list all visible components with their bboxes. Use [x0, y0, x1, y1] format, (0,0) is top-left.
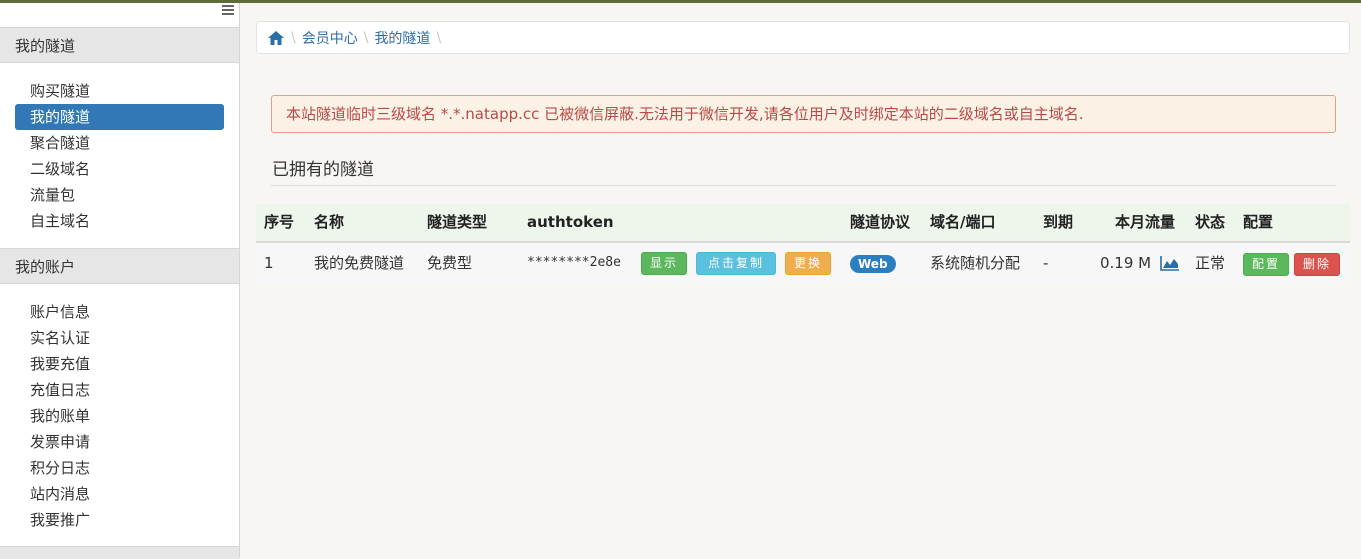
breadcrumb-separator: \: [436, 29, 442, 46]
col-header-authtoken: authtoken: [527, 213, 614, 231]
home-icon[interactable]: [267, 29, 285, 47]
sidebar-menu-account: 账户信息 实名认证 我要充值 充值日志 我的账单 发票申请 积分日志 站内消息 …: [15, 299, 224, 533]
cell-authtoken: ********2e8e: [527, 255, 621, 270]
col-header-protocol: 隧道协议: [850, 213, 911, 231]
col-header-domain: 域名/端口: [930, 213, 996, 231]
sidebar-menu-tunnels: 购买隧道 我的隧道 聚合隧道 二级域名 流量包 自主域名: [15, 78, 224, 234]
sidebar-item-messages[interactable]: 站内消息: [15, 481, 224, 507]
sidebar-item-traffic-pack[interactable]: 流量包: [15, 182, 224, 208]
breadcrumb-separator: \: [291, 29, 296, 46]
breadcrumb-member-center[interactable]: 会员中心: [302, 28, 358, 48]
col-header-name: 名称: [314, 213, 345, 231]
area-chart-icon[interactable]: [1160, 255, 1180, 271]
sidebar-item-recharge[interactable]: 我要充值: [15, 351, 224, 377]
warning-alert: 本站隧道临时三级域名 *.*.natapp.cc 已被微信屏蔽.无法用于微信开发…: [271, 95, 1336, 133]
col-header-expire: 到期: [1043, 213, 1074, 231]
show-token-button[interactable]: 显示: [641, 252, 687, 275]
sidebar-item-points-log[interactable]: 积分日志: [15, 455, 224, 481]
config-button[interactable]: 配置: [1243, 253, 1289, 276]
sidebar-item-referral[interactable]: 我要推广: [15, 507, 224, 533]
delete-button[interactable]: 删除: [1294, 253, 1340, 276]
sidebar-section-account-header: 我的账户: [0, 248, 239, 284]
copy-token-button[interactable]: 点击复制: [696, 252, 776, 275]
sidebar-item-real-name[interactable]: 实名认证: [15, 325, 224, 351]
breadcrumb: \ 会员中心 \ 我的隧道 \: [256, 21, 1350, 54]
table-row: 1 我的免费隧道 免费型 ********2e8e 显示 点击复制 更换 Web…: [256, 243, 1350, 283]
table-header: 序号 名称 隧道类型 authtoken 隧道协议 域名/端口 到期 本月流量 …: [256, 204, 1350, 243]
col-header-type: 隧道类型: [427, 213, 488, 231]
change-token-button[interactable]: 更换: [785, 252, 831, 275]
cell-type: 免费型: [427, 254, 473, 272]
sidebar-item-recharge-log[interactable]: 充值日志: [15, 377, 224, 403]
cell-name: 我的免费隧道: [314, 254, 405, 272]
col-header-config: 配置: [1243, 213, 1274, 231]
cell-traffic: 0.19 M: [1100, 254, 1152, 272]
sidebar-bottom-bar: [0, 546, 239, 559]
col-header-traffic: 本月流量: [1115, 213, 1176, 231]
menu-icon[interactable]: [222, 5, 234, 15]
col-header-status: 状态: [1195, 213, 1226, 231]
section-divider: [271, 185, 1336, 186]
cell-index: 1: [264, 254, 274, 272]
col-header-index: 序号: [264, 213, 295, 231]
breadcrumb-separator: \: [363, 29, 369, 46]
section-title: 已拥有的隧道: [272, 160, 374, 180]
breadcrumb-my-tunnels[interactable]: 我的隧道: [374, 28, 430, 48]
cell-status: 正常: [1195, 254, 1226, 272]
sidebar-item-buy-tunnel[interactable]: 购买隧道: [15, 78, 224, 104]
sidebar-item-bills[interactable]: 我的账单: [15, 403, 224, 429]
sidebar-item-invoice[interactable]: 发票申请: [15, 429, 224, 455]
sidebar: 我的隧道 购买隧道 我的隧道 聚合隧道 二级域名 流量包 自主域名 我的账户 账…: [0, 3, 240, 559]
sidebar-item-subdomains[interactable]: 二级域名: [15, 156, 224, 182]
sidebar-item-aggregate-tunnels[interactable]: 聚合隧道: [15, 130, 224, 156]
protocol-badge: Web: [850, 255, 896, 273]
sidebar-item-custom-domain[interactable]: 自主域名: [15, 208, 224, 234]
sidebar-item-my-tunnels[interactable]: 我的隧道: [15, 104, 224, 130]
sidebar-section-tunnels-header: 我的隧道: [0, 27, 239, 63]
cell-expire: -: [1043, 254, 1049, 272]
sidebar-item-account-info[interactable]: 账户信息: [15, 299, 224, 325]
cell-domain: 系统随机分配: [930, 254, 1021, 272]
